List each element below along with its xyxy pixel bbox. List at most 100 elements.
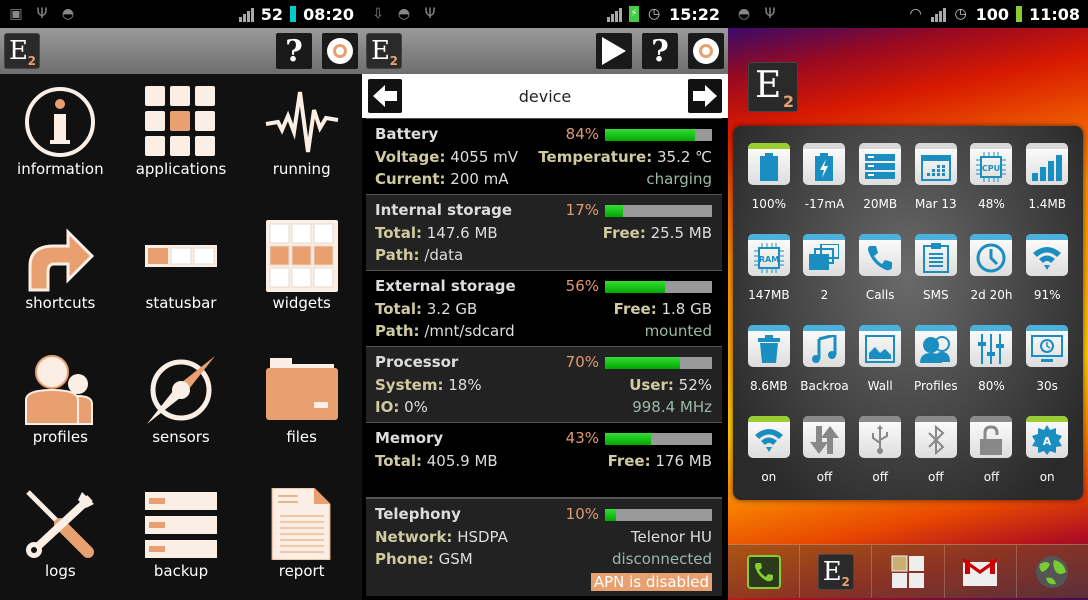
- widget-auto-rotate[interactable]: Aon: [1019, 416, 1075, 507]
- menu-tile-label: sensors: [152, 428, 210, 446]
- power-icon: [693, 38, 719, 64]
- alarm-icon: ◷: [954, 6, 967, 22]
- widget-button: CPU: [970, 143, 1013, 185]
- menu-tile-statusbar[interactable]: statusbar: [121, 218, 242, 312]
- widget-battery[interactable]: 100%: [741, 143, 797, 234]
- widget-label: SMS: [923, 288, 949, 302]
- battery-charging-icon: ⚡: [629, 6, 640, 22]
- widget-label: off: [983, 470, 1000, 484]
- auto-rotate-icon: A: [1032, 424, 1063, 455]
- widget-signal[interactable]: 1.4MB: [1019, 143, 1075, 234]
- menu-tile-widgets[interactable]: widgets: [241, 218, 362, 312]
- shortcut-arrow-icon: [22, 218, 98, 294]
- widget-button: [914, 143, 957, 185]
- menu-tile-shortcuts[interactable]: shortcuts: [0, 218, 121, 312]
- play-icon: [602, 37, 626, 65]
- battery-charge-icon: [814, 152, 834, 181]
- widget-button: [803, 325, 846, 367]
- sliders-icon: [976, 333, 1006, 364]
- widget-button: [970, 325, 1013, 367]
- usage-bar-fill: [605, 280, 665, 293]
- widget-wifi-toggle[interactable]: on: [741, 416, 797, 507]
- widget-clock[interactable]: 2d 20h: [964, 234, 1020, 325]
- menu-tile-label: profiles: [32, 428, 88, 446]
- field-value: 3.2 GB: [421, 299, 478, 318]
- profiles-icon: [919, 335, 952, 363]
- widget-trash[interactable]: 8.6MB: [741, 325, 797, 416]
- compass-icon: [143, 352, 219, 428]
- dock-e2-app[interactable]: E2: [800, 545, 873, 598]
- widget-label: 2d 20h: [970, 288, 1013, 302]
- widget-image[interactable]: Wall: [852, 325, 908, 416]
- lock-icon: [978, 424, 1004, 455]
- widgets-grid-icon: [264, 218, 340, 294]
- widget-label: 91%: [1033, 288, 1061, 302]
- widget-monitor-timer[interactable]: 30s: [1019, 325, 1075, 416]
- status-text: mounted: [644, 322, 712, 341]
- dock-gmail[interactable]: [945, 545, 1017, 598]
- field-value: 4055 mV: [445, 147, 519, 166]
- field-value: Telenor HU: [630, 527, 712, 546]
- widget-calendar[interactable]: Mar 13: [908, 143, 964, 234]
- menu-tile-logs[interactable]: logs: [0, 486, 121, 580]
- section-memory[interactable]: Memory 43% Total: 405.9 MB Free: 176 MB: [366, 422, 722, 498]
- widget-wifi[interactable]: 91%: [1019, 234, 1075, 325]
- prev-page-button[interactable]: [368, 79, 402, 113]
- section-processor[interactable]: Processor 70% System: 18% User: 52% IO: 0% 99…: [366, 346, 722, 422]
- help-button[interactable]: ?: [276, 33, 312, 69]
- widget-label: Wall: [867, 379, 893, 393]
- monitor-timer-icon: [1031, 334, 1064, 363]
- widget-bluetooth[interactable]: off: [908, 416, 964, 507]
- widget-cpu[interactable]: CPU 48%: [964, 143, 1020, 234]
- e2-logo[interactable]: E2: [366, 33, 402, 69]
- dock-phone[interactable]: [728, 545, 801, 598]
- play-button[interactable]: [596, 33, 632, 69]
- wifi-toggle-icon: [753, 427, 785, 453]
- menu-tile-files[interactable]: files: [241, 352, 362, 446]
- widget-phone[interactable]: Calls: [852, 234, 908, 325]
- section-battery[interactable]: Battery 84% Voltage: 4055 mV Temperature: 3…: [366, 118, 722, 194]
- widget-music[interactable]: Backroa: [797, 325, 853, 416]
- e2-logo[interactable]: E2: [4, 33, 40, 69]
- widget-sliders[interactable]: 80%: [964, 325, 1020, 416]
- widget-usb[interactable]: off: [852, 416, 908, 507]
- power-button[interactable]: [688, 33, 724, 69]
- menu-tile-applications[interactable]: applications: [121, 84, 242, 178]
- status-bar: ▣ Ψ ◓ 52 08:20: [0, 0, 362, 28]
- android-icon: ◓: [61, 6, 75, 22]
- storage-icon: [865, 153, 896, 180]
- widget-clipboard[interactable]: SMS: [908, 234, 964, 325]
- menu-tile-label: report: [278, 562, 325, 580]
- app-bar: E2 ?: [362, 28, 728, 74]
- widget-profiles[interactable]: Profiles: [908, 325, 964, 416]
- phone-icon: [866, 244, 894, 272]
- widget-data-sync[interactable]: off: [797, 416, 853, 507]
- widget-lock[interactable]: off: [964, 416, 1020, 507]
- menu-tile-information[interactable]: information: [0, 84, 121, 178]
- desktop-e2-shortcut[interactable]: E2: [748, 62, 798, 112]
- usage-bar: [605, 508, 712, 521]
- section-telephony[interactable]: Telephony 10% Network: HSDPA Telenor HU Phon…: [366, 498, 722, 596]
- widget-label: off: [816, 470, 833, 484]
- widget-windows[interactable]: 2: [797, 234, 853, 325]
- widget-storage[interactable]: 20MB: [852, 143, 908, 234]
- power-button[interactable]: [322, 33, 358, 69]
- field-key: Total:: [375, 299, 422, 318]
- download-icon: ⇩: [372, 6, 384, 22]
- widget-battery-charge[interactable]: -17mA: [797, 143, 853, 234]
- menu-tile-profiles[interactable]: profiles: [0, 352, 121, 446]
- menu-tile-report[interactable]: report: [241, 486, 362, 580]
- menu-tile-backup[interactable]: backup: [121, 486, 242, 580]
- folder-icon: [264, 352, 340, 428]
- tools-icon: [22, 486, 98, 562]
- menu-tile-sensors[interactable]: sensors: [121, 352, 242, 446]
- section-external-storage[interactable]: External storage 56% Total: 3.2 GB Free: 1.…: [366, 270, 722, 346]
- menu-tile-running[interactable]: running: [241, 84, 362, 178]
- section-internal-storage[interactable]: Internal storage 17% Total: 147.6 MB Free: …: [366, 194, 722, 270]
- profiles-icon: [22, 352, 98, 428]
- dock-app-drawer[interactable]: [872, 545, 945, 598]
- dock-browser-globe[interactable]: [1017, 545, 1088, 598]
- help-button[interactable]: ?: [642, 33, 678, 69]
- next-page-button[interactable]: [688, 79, 722, 113]
- widget-ram[interactable]: RAM 147MB: [741, 234, 797, 325]
